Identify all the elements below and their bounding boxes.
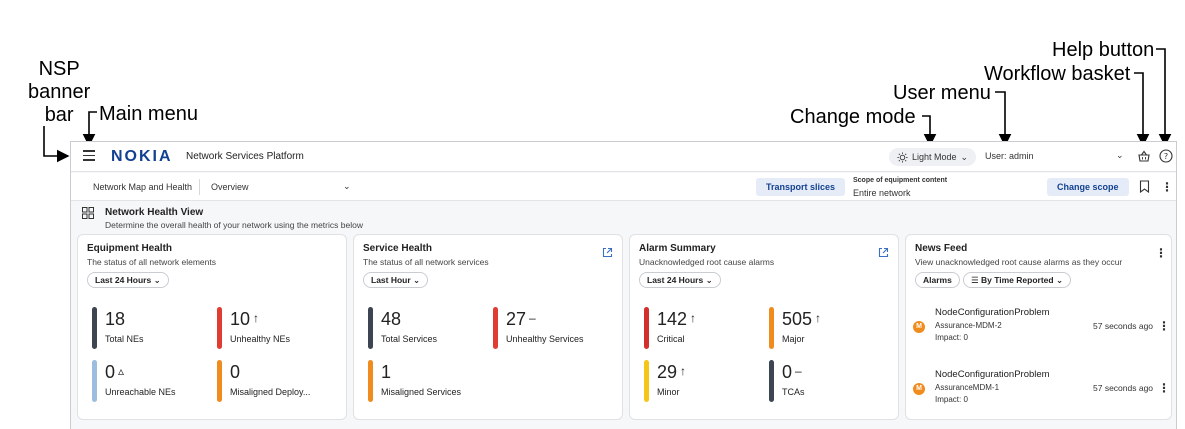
open-external-icon[interactable] (602, 247, 613, 258)
open-external-icon[interactable] (878, 247, 889, 258)
breadcrumb-divider (199, 179, 200, 195)
time-filter-dropdown[interactable]: Last 24 Hours ⌄ (87, 272, 169, 288)
callout-user-menu: User menu (893, 82, 991, 104)
user-menu[interactable]: User: admin (985, 151, 1034, 161)
news-item-source: Assurance-MDM-2 (935, 321, 1002, 330)
view-header: Network Health View Determine the overal… (71, 202, 1176, 232)
metric-color-bar (217, 360, 222, 402)
chevron-down-icon: ⌄ (153, 275, 161, 285)
product-name: Network Services Platform (186, 151, 304, 162)
more-options-icon[interactable]: ⋮ (1161, 181, 1173, 193)
view-subtitle: Determine the overall health of your net… (105, 220, 363, 230)
change-mode-button[interactable]: Light Mode ⌄ (889, 148, 977, 166)
news-item-more-options-icon[interactable]: ⋮ (1158, 382, 1170, 394)
transport-slices-button[interactable]: Transport slices (756, 178, 846, 196)
sun-icon (897, 151, 908, 163)
metric-color-bar (644, 307, 649, 349)
svg-text:?: ? (1164, 152, 1168, 161)
card-subtitle: Unacknowledged root cause alarms (639, 257, 775, 267)
news-item[interactable]: M NodeConfigurationProblem AssuranceMDM-… (913, 369, 1170, 419)
alarms-filter-chip[interactable]: Alarms (915, 272, 960, 288)
news-feed-card: News Feed View unacknowledged root cause… (905, 234, 1172, 420)
metric-color-bar (92, 307, 97, 349)
news-item-time: 57 seconds ago (1093, 383, 1154, 393)
metric-color-bar (368, 307, 373, 349)
time-filter-dropdown[interactable]: Last Hour ⌄ (363, 272, 429, 288)
callout-help-button: Help button (1052, 39, 1155, 61)
nsp-banner-bar: NOKIA Network Services Platform Light Mo… (71, 142, 1176, 172)
main-menu-icon[interactable] (83, 150, 95, 162)
equipment-health-card: Equipment Health The status of all netwo… (77, 234, 347, 420)
card-title: News Feed (915, 243, 968, 254)
chevron-down-icon: ⌄ (413, 275, 421, 285)
sort-dropdown[interactable]: ☰ By Time Reported ⌄ (963, 272, 1072, 288)
news-item-title: NodeConfigurationProblem (935, 369, 1050, 380)
metric-color-bar (644, 360, 649, 402)
chevron-down-icon: ⌄ (960, 152, 969, 162)
scope-value: Entire network (853, 188, 911, 198)
card-title: Service Health (363, 243, 432, 254)
view-title: Network Health View (105, 207, 204, 218)
chevron-down-icon: ⌄ (705, 275, 713, 285)
news-item-source: AssuranceMDM-1 (935, 383, 1000, 392)
metric-color-bar (92, 360, 97, 402)
news-avatar: M (913, 321, 925, 333)
view-selector-chevron-down-icon[interactable]: ⌄ (343, 181, 351, 192)
workflow-basket-icon[interactable] (1137, 149, 1151, 163)
news-item-impact: Impact: 0 (935, 395, 968, 404)
card-title: Equipment Health (87, 243, 173, 254)
alarm-summary-card: Alarm Summary Unacknowledged root cause … (629, 234, 899, 420)
card-subtitle: View unacknowledged root cause alarms as… (915, 257, 1123, 267)
breadcrumb-view-selector[interactable]: Overview (211, 182, 249, 192)
callout-change-mode: Change mode (790, 106, 916, 128)
callout-workflow-basket: Workflow basket (984, 63, 1131, 85)
metric-color-bar (769, 307, 774, 349)
nsp-app-window: NOKIA Network Services Platform Light Mo… (70, 141, 1177, 429)
metric-color-bar (217, 307, 222, 349)
mode-label: Light Mode (912, 152, 957, 162)
metric-color-bar (769, 360, 774, 402)
time-filter-dropdown[interactable]: Last 24 Hours ⌄ (639, 272, 721, 288)
bookmark-icon[interactable] (1139, 180, 1150, 193)
metric-color-bar (493, 307, 498, 349)
card-title: Alarm Summary (639, 243, 716, 254)
help-icon[interactable]: ? (1159, 149, 1173, 163)
news-item-time: 57 seconds ago (1093, 321, 1154, 331)
scope-label: Scope of equipment content (853, 177, 948, 184)
card-subtitle: The status of all network services (363, 257, 489, 267)
news-avatar: M (913, 383, 925, 395)
metric-color-bar (368, 360, 373, 402)
news-feed-more-options-icon[interactable]: ⋮ (1155, 247, 1167, 259)
news-item-impact: Impact: 0 (935, 333, 968, 342)
news-item[interactable]: M NodeConfigurationProblem Assurance-MDM… (913, 307, 1170, 357)
callout-main-menu: Main menu (99, 103, 198, 125)
news-item-more-options-icon[interactable]: ⋮ (1158, 320, 1170, 332)
callout-nsp-banner-bar: NSP banner bar (28, 58, 91, 126)
breadcrumb-network-map[interactable]: Network Map and Health (93, 182, 192, 192)
user-menu-chevron-down-icon[interactable]: ⌄ (1116, 150, 1124, 161)
sort-icon: ☰ (971, 275, 979, 285)
dashboard-icon (82, 207, 94, 219)
service-health-card: Service Health The status of all network… (353, 234, 623, 420)
context-bar: Network Map and Health Overview ⌄ Transp… (71, 173, 1176, 201)
news-item-title: NodeConfigurationProblem (935, 307, 1050, 318)
card-subtitle: The status of all network elements (87, 257, 216, 267)
chevron-down-icon: ⌄ (1055, 275, 1064, 285)
nokia-logo: NOKIA (111, 148, 173, 165)
change-scope-button[interactable]: Change scope (1047, 178, 1129, 196)
